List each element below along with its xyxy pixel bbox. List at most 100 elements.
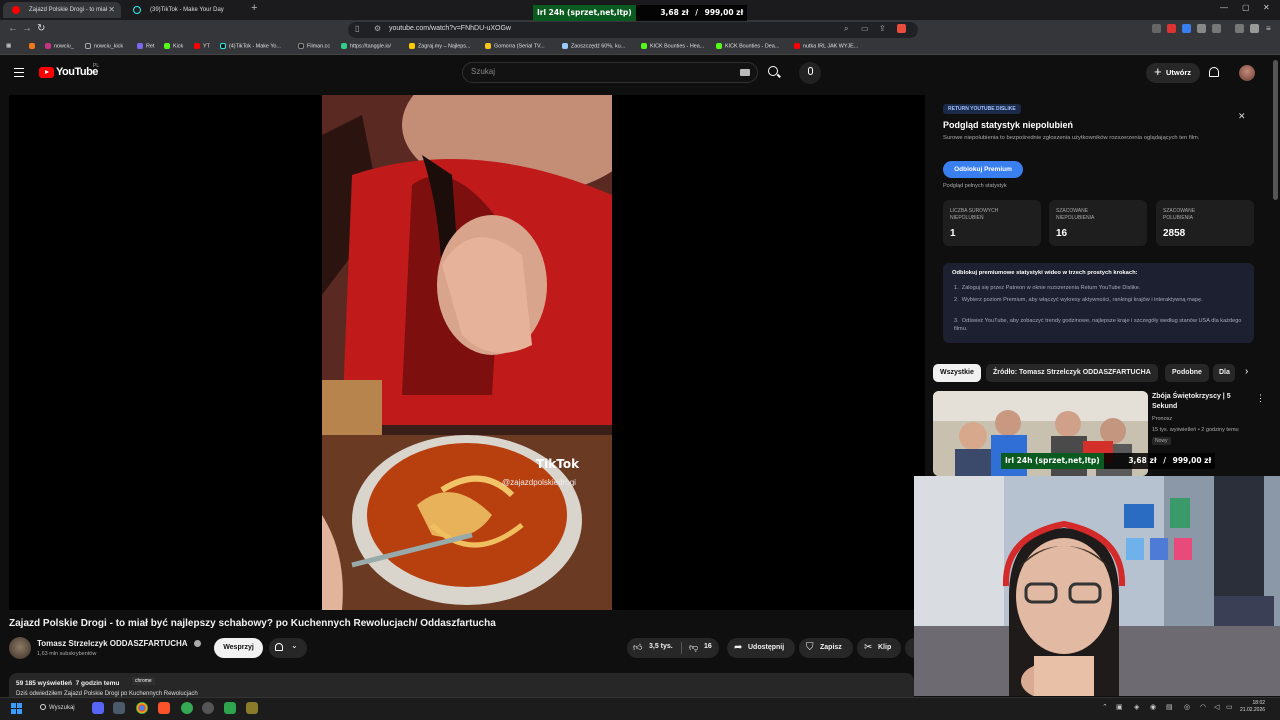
clip-button[interactable]: ✂ Klip [857,638,901,658]
support-button[interactable]: Wesprzyj [214,638,263,658]
search-icon[interactable] [768,66,778,76]
upload-time: 7 godzin temu [75,680,120,687]
bookmark-item[interactable]: Filman.cc [298,43,330,49]
obs-icon[interactable] [202,702,214,714]
clip-label: Klip [878,644,892,651]
windows-start-icon[interactable] [11,703,22,714]
tray-icon[interactable]: ▣ [1116,703,1123,711]
tray-icon[interactable]: ◉ [1150,703,1156,711]
video-frame[interactable]: TikTok @zajazdpolskiedrogi [322,95,612,610]
chevron-right-icon[interactable]: › [1245,366,1248,377]
maximize-icon[interactable]: ▢ [1242,3,1250,12]
recommended-title[interactable]: Zbója Świętokrzyscy | 5 Sekund [1152,392,1252,412]
channel-avatar[interactable] [9,637,31,659]
bookmark-item[interactable]: nutka IRL JAK WYJE... [794,43,858,49]
bookmark-item[interactable] [29,43,38,49]
tab-youtube-video[interactable]: Zajazd Polskie Drogi - to miał ✕ [3,2,121,18]
bookmark-item[interactable]: Gomorra (Serial TV... [485,43,545,49]
taskbar-app-icon[interactable] [224,702,236,714]
stat-value: 16 [1056,228,1068,239]
extension-icon[interactable] [1182,24,1191,33]
sidebar-icon[interactable] [1212,24,1221,33]
chip-all[interactable]: Wszystkie [933,364,981,382]
avatar[interactable] [1239,65,1255,81]
recommended-channel[interactable]: Pronosz [1152,416,1172,422]
more-vert-icon[interactable]: ⋮ [1256,393,1265,404]
unlock-premium-button[interactable]: Odblokuj Premium [943,161,1023,178]
bookmark-item[interactable]: nowciu_ [45,43,74,49]
browser-icon[interactable] [181,702,193,714]
bookmark-item[interactable]: KICK Bounties - Hea... [641,43,704,49]
youtube-logo-icon[interactable] [39,67,54,78]
youtube-logo-text[interactable]: YouTube [56,66,98,78]
channel-name[interactable]: Tomasz Strzelczyk ODDASZFARTUCHA [37,639,188,648]
dislike-icon[interactable]: 👎︎ [689,642,698,653]
back-icon[interactable]: ← [8,23,18,34]
tray-icon[interactable]: ◎ [1184,703,1190,711]
search-input[interactable] [462,62,758,83]
dislike-count[interactable]: 16 [704,643,712,650]
bookmark-item[interactable]: nowciu_kick [85,43,123,49]
taskbar-app-icon[interactable] [246,702,258,714]
chip-for-you[interactable]: Dla [1213,364,1235,382]
network-icon[interactable]: ◠ [1200,703,1206,711]
bookmark-item[interactable]: Zagraj.my – Najleps... [409,43,470,49]
url-text: youtube.com/watch?v=FNhDU-uXOGw [389,25,511,32]
chrome-icon[interactable] [136,702,148,714]
apps-grid-icon[interactable]: ▦ [6,43,11,49]
chip-similar[interactable]: Podobne [1165,364,1209,382]
chevron-up-icon[interactable]: ⌃ [1102,703,1108,711]
reload-icon[interactable]: ↻ [37,23,45,34]
zoom-icon[interactable]: ⌕ [844,24,848,34]
like-icon[interactable]: 👍︎ [633,642,642,653]
microphone-icon[interactable] [808,67,813,75]
video-title: Zajazd Polskie Drogi - to miał być najle… [9,618,496,629]
extension-icon[interactable] [1167,24,1176,33]
bookmark-item[interactable]: (4)TikTok - Make Yo... [220,43,281,49]
notifications-icon[interactable] [1209,67,1219,77]
tab-tiktok[interactable]: (39)TikTok - Make Your Day [124,2,246,18]
like-count[interactable]: 3,5 tys. [649,643,673,650]
keyboard-icon[interactable] [740,69,750,76]
youtube-favicon-icon [12,6,20,14]
battery-icon[interactable]: ▭ [1226,703,1233,711]
new-tab-icon[interactable]: + [251,2,257,14]
save-button[interactable]: ⛉ Zapisz [799,638,853,658]
bookmark-item[interactable]: KICK Bounties - Dea... [716,43,779,49]
discord-icon[interactable] [92,702,104,714]
volume-icon[interactable]: ◁ [1214,703,1219,711]
taskbar-app-icon[interactable] [113,702,125,714]
tray-icon[interactable]: ◈ [1134,703,1139,711]
minimize-icon[interactable]: — [1220,3,1228,12]
bookmark-item[interactable]: Zaoszczędź 60%, ku... [562,43,625,49]
hamburger-menu-icon[interactable] [14,68,24,77]
bookmark-page-icon[interactable]: ▯ [355,24,359,33]
extension-icon[interactable] [1152,24,1161,33]
profile-icon[interactable] [1250,24,1259,33]
site-info-icon[interactable]: ⚙ [374,24,381,33]
forward-icon[interactable]: → [22,23,32,34]
bookmark-item[interactable]: Kick [164,43,183,49]
media-icon[interactable] [1235,24,1244,33]
tab-label: (39)TikTok - Make Your Day [150,7,224,13]
full-stats-link[interactable]: Podgląd pełnych statystyk [943,183,1007,189]
close-window-icon[interactable]: ✕ [1263,3,1270,12]
menu-icon[interactable]: ≡ [1266,24,1271,33]
share-button[interactable]: ➦ Udostępnij [727,638,795,658]
cast-icon[interactable]: ▭ [861,24,869,33]
scrollbar[interactable] [1273,60,1278,200]
close-icon[interactable]: ✕ [1238,111,1246,122]
taskbar-clock[interactable]: 18:02 21.02.2026 [1240,700,1265,714]
chip-source[interactable]: Źródło: Tomasz Strzelczyk ODDASZFARTUCHA [986,364,1158,382]
brave-icon[interactable] [158,702,170,714]
tray-icon[interactable]: ▤ [1166,703,1173,711]
bookmark-item[interactable]: YT [194,43,210,49]
bookmark-item[interactable]: Ret [137,43,154,49]
bookmark-item[interactable]: https://tanggle.io/ [341,43,391,49]
stat-label: SZACOWANE NIEPOLUBIENIA [1056,208,1095,221]
brave-shields-icon[interactable] [897,24,906,33]
create-button[interactable]: Utwórz [1146,62,1200,83]
share-page-icon[interactable]: ⇪ [879,24,886,33]
close-tab-icon[interactable]: ✕ [108,2,115,18]
extensions-menu-icon[interactable] [1197,24,1206,33]
